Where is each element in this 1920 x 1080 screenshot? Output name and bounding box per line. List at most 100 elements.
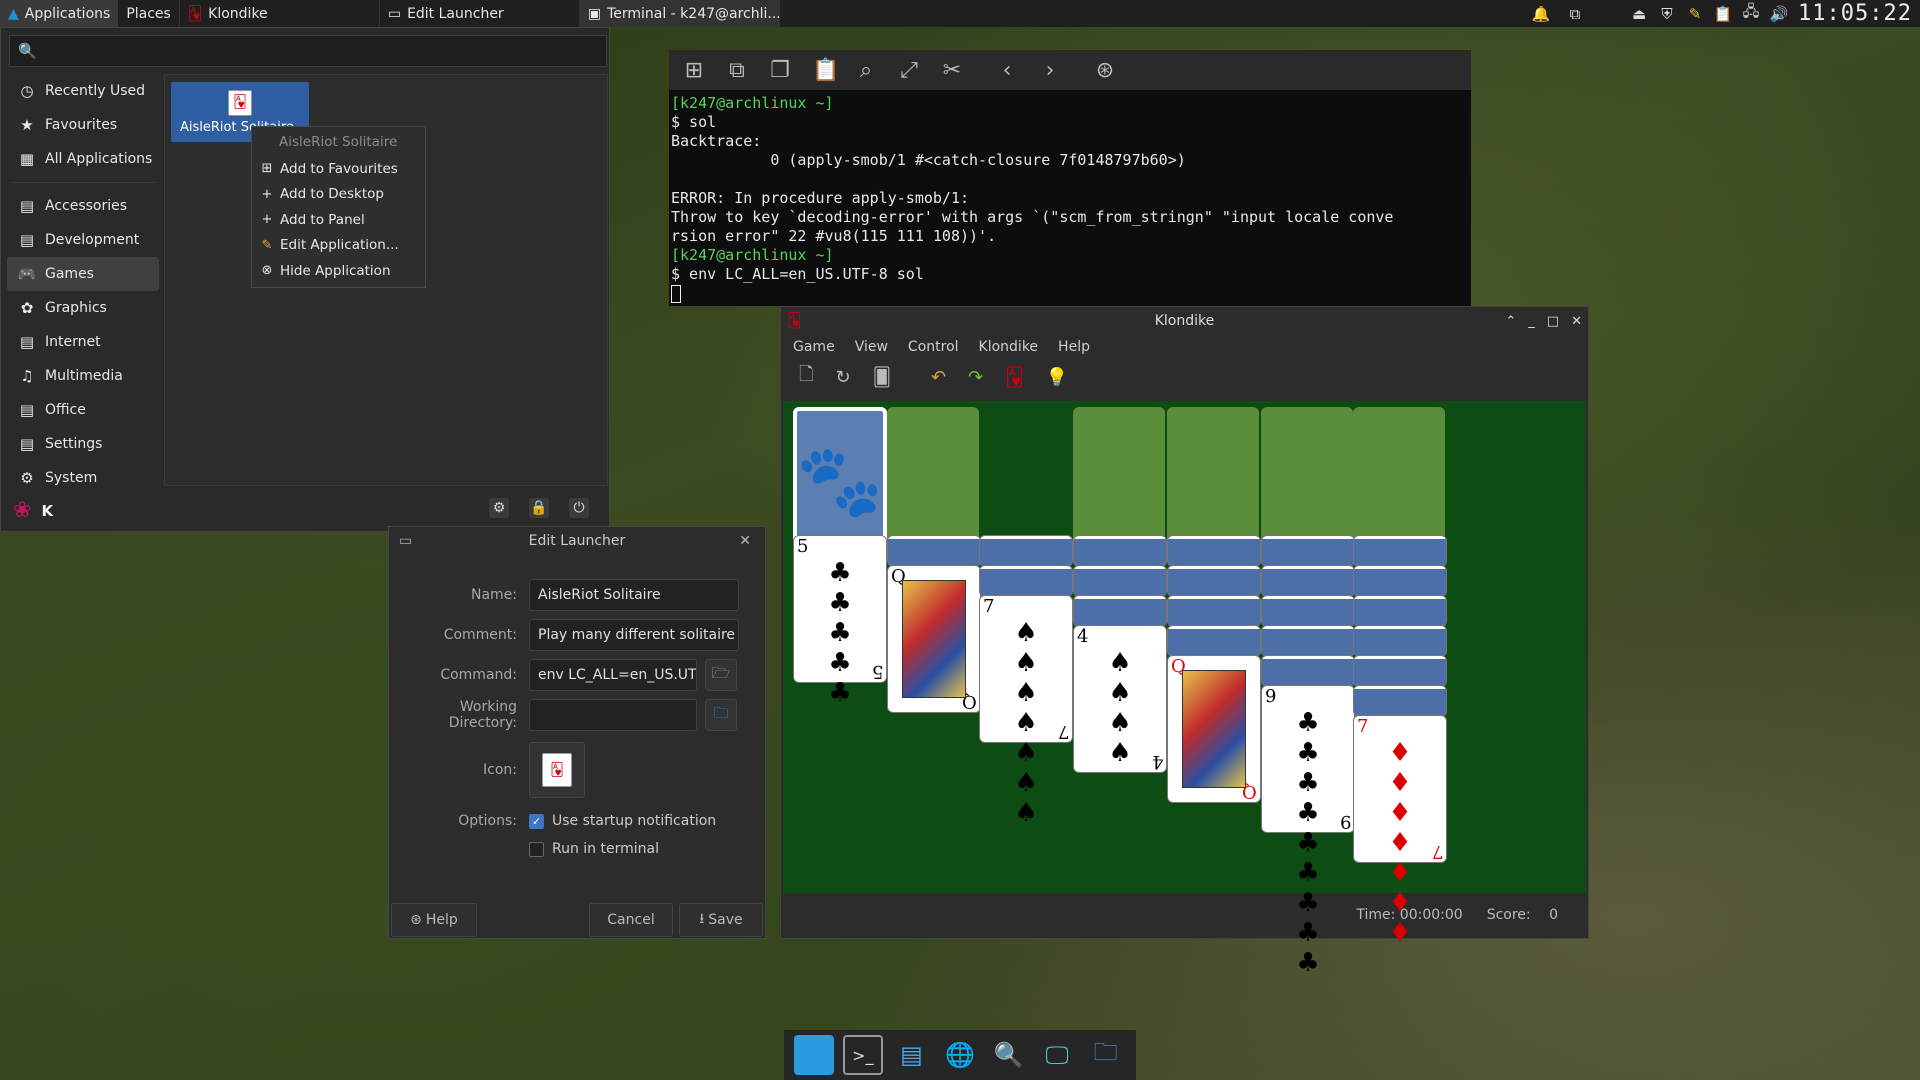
foundation-2[interactable] xyxy=(1167,407,1259,553)
face-down-card[interactable] xyxy=(887,535,981,567)
drive-icon[interactable]: ⏏ xyxy=(1630,5,1648,23)
add-to-favourites-item[interactable]: ⊞ Add to Favourites xyxy=(252,156,425,182)
foundation-3[interactable] xyxy=(1261,407,1353,553)
task-klondike[interactable]: 🂱 Klondike xyxy=(180,0,380,27)
category-recently-used[interactable]: ◷ Recently Used xyxy=(7,74,159,108)
edit-application-item[interactable]: ✎ Edit Application... xyxy=(252,233,425,259)
face-down-card[interactable] xyxy=(1353,535,1447,567)
playing-card[interactable]: QQ xyxy=(1167,655,1261,803)
face-down-card[interactable] xyxy=(979,535,1073,567)
face-down-card[interactable] xyxy=(1353,655,1447,687)
help-icon[interactable]: ⊛ xyxy=(1094,58,1116,83)
terminal-window[interactable]: ⊞ ⧉ ❐ 📋 ⌕ ⤢ ✂ ‹ › ⊛ [k247@archlinux ~] $ … xyxy=(669,50,1471,306)
settings-manager-icon[interactable]: ⚙ xyxy=(489,498,509,518)
file-manager-launcher-icon[interactable]: ▤ xyxy=(891,1035,931,1075)
places-menu-button[interactable]: Places xyxy=(118,0,180,27)
comment-field[interactable]: Play many different solitaire xyxy=(529,619,739,651)
network-icon[interactable]: 🖧 xyxy=(1742,2,1760,23)
hint-icon[interactable]: 💡 xyxy=(1046,367,1068,388)
preferences-icon[interactable]: ✂ xyxy=(941,58,963,83)
restart-icon[interactable]: ↻ xyxy=(835,367,850,388)
face-down-card[interactable] xyxy=(979,565,1073,597)
new-tab-icon[interactable]: ⊞ xyxy=(683,58,705,83)
waste-pile[interactable] xyxy=(887,407,979,553)
playing-card[interactable]: 7 7 ♠ ♠ ♠ ♠ ♠ ♠ ♠ xyxy=(979,595,1073,828)
run-in-terminal-checkbox[interactable]: Run in terminal xyxy=(529,841,659,857)
category-accessories[interactable]: ▤ Accessories xyxy=(7,189,159,223)
face-down-card[interactable] xyxy=(1167,535,1261,567)
category-system[interactable]: ⚙ System xyxy=(7,461,159,495)
minimize-icon[interactable]: _ xyxy=(1528,314,1535,329)
deal-icon[interactable]: 🂱 xyxy=(1005,367,1023,388)
close-icon[interactable]: ✕ xyxy=(1571,314,1582,329)
category-all-applications[interactable]: ▦ All Applications xyxy=(7,142,159,176)
chevron-left-icon[interactable]: ‹ xyxy=(996,58,1018,83)
category-graphics[interactable]: ✿ Graphics xyxy=(7,291,159,325)
menu-game[interactable]: Game xyxy=(793,339,835,355)
face-down-card[interactable] xyxy=(1073,565,1167,597)
playing-card[interactable]: 5 5 ♣ ♣ ♣ ♣ ♣ xyxy=(793,535,887,708)
copy-icon[interactable]: ❐ xyxy=(769,58,791,83)
clipboard-icon[interactable]: 📋 xyxy=(1714,5,1733,23)
stock-pile[interactable]: 🐾 xyxy=(793,407,887,555)
menu-view[interactable]: View xyxy=(855,339,888,355)
playing-card[interactable]: 9 9 ♣ ♣ ♣ ♣ ♣ ♣ ♣ ♣ ♣ xyxy=(1261,685,1355,978)
lock-icon[interactable]: 🔒 xyxy=(529,498,549,518)
web-browser-icon[interactable]: 🌐 xyxy=(940,1035,980,1075)
foundation-1[interactable] xyxy=(1073,407,1165,553)
close-icon[interactable]: ✕ xyxy=(739,533,751,549)
workdir-field[interactable] xyxy=(529,699,697,731)
chevron-right-icon[interactable]: › xyxy=(1039,58,1061,83)
face-down-card[interactable] xyxy=(1167,625,1261,657)
logout-icon[interactable]: ⏻ xyxy=(569,498,589,518)
category-multimedia[interactable]: ♫ Multimedia xyxy=(7,359,159,393)
category-settings[interactable]: ▤ Settings xyxy=(7,427,159,461)
category-games[interactable]: 🎮 Games xyxy=(7,257,159,291)
terminal-launcher-icon[interactable]: >_ xyxy=(842,1035,883,1075)
clock[interactable]: 11:05:22 xyxy=(1798,1,1912,26)
select-game-icon[interactable]: 🂠 xyxy=(873,367,891,388)
help-button[interactable]: ⊛ Help xyxy=(391,903,477,937)
playing-card[interactable]: 4 4 ♠ ♠ ♠ ♠ xyxy=(1073,625,1167,773)
face-down-card[interactable] xyxy=(1353,595,1447,627)
notes-icon[interactable]: ✎ xyxy=(1686,5,1704,23)
playing-card[interactable]: 7 7 ♦ ♦ ♦ ♦ ♦ ♦ ♦ xyxy=(1353,715,1447,948)
face-down-card[interactable] xyxy=(1261,655,1355,687)
search-input[interactable]: 🔍 xyxy=(9,35,607,67)
face-down-card[interactable] xyxy=(1261,625,1355,657)
face-down-card[interactable] xyxy=(1073,535,1167,567)
app-finder-icon[interactable]: 🔍 xyxy=(989,1035,1029,1075)
face-down-card[interactable] xyxy=(1261,535,1355,567)
face-down-card[interactable] xyxy=(1167,595,1261,627)
command-field[interactable]: env LC_ALL=en_US.UT xyxy=(529,659,697,691)
task-edit-launcher[interactable]: ▭ Edit Launcher xyxy=(380,0,580,27)
face-down-card[interactable] xyxy=(1261,565,1355,597)
show-desktop-icon[interactable] xyxy=(794,1035,835,1075)
screenshot-icon[interactable]: 🖵 xyxy=(1037,1035,1077,1075)
category-favourites[interactable]: ★ Favourites xyxy=(7,108,159,142)
home-folder-icon[interactable]: 🗀 xyxy=(1086,1035,1126,1075)
category-development[interactable]: ▤ Development xyxy=(7,223,159,257)
browse-command-button[interactable]: 🗁 xyxy=(705,659,737,691)
name-field[interactable]: AisleRiot Solitaire xyxy=(529,579,739,611)
menu-control[interactable]: Control xyxy=(908,339,959,355)
search-icon[interactable]: ⌕ xyxy=(855,58,877,83)
fullscreen-icon[interactable]: ⤢ xyxy=(898,58,920,83)
category-office[interactable]: ▤ Office xyxy=(7,393,159,427)
foundation-4[interactable] xyxy=(1353,407,1445,553)
add-to-desktop-item[interactable]: + Add to Desktop xyxy=(252,182,425,208)
menu-klondike[interactable]: Klondike xyxy=(979,339,1039,355)
new-window-icon[interactable]: ⧉ xyxy=(726,58,748,83)
cancel-button[interactable]: Cancel xyxy=(589,903,673,937)
shield-icon[interactable]: ⛨ xyxy=(1658,5,1676,23)
category-internet[interactable]: ▤ Internet xyxy=(7,325,159,359)
new-game-icon[interactable]: 🗋 xyxy=(799,362,813,392)
save-button[interactable]: ⭳ Save xyxy=(679,903,763,937)
startup-notification-checkbox[interactable]: ✓ Use startup notification xyxy=(529,813,716,829)
face-down-card[interactable] xyxy=(1353,625,1447,657)
playing-card[interactable]: QQ xyxy=(887,565,981,713)
undo-icon[interactable]: ↶ xyxy=(931,367,946,388)
shade-icon[interactable]: ⌃ xyxy=(1505,314,1516,329)
add-to-panel-item[interactable]: + Add to Panel xyxy=(252,207,425,233)
task-terminal[interactable]: ▣ Terminal - k247@archli... xyxy=(579,0,780,27)
